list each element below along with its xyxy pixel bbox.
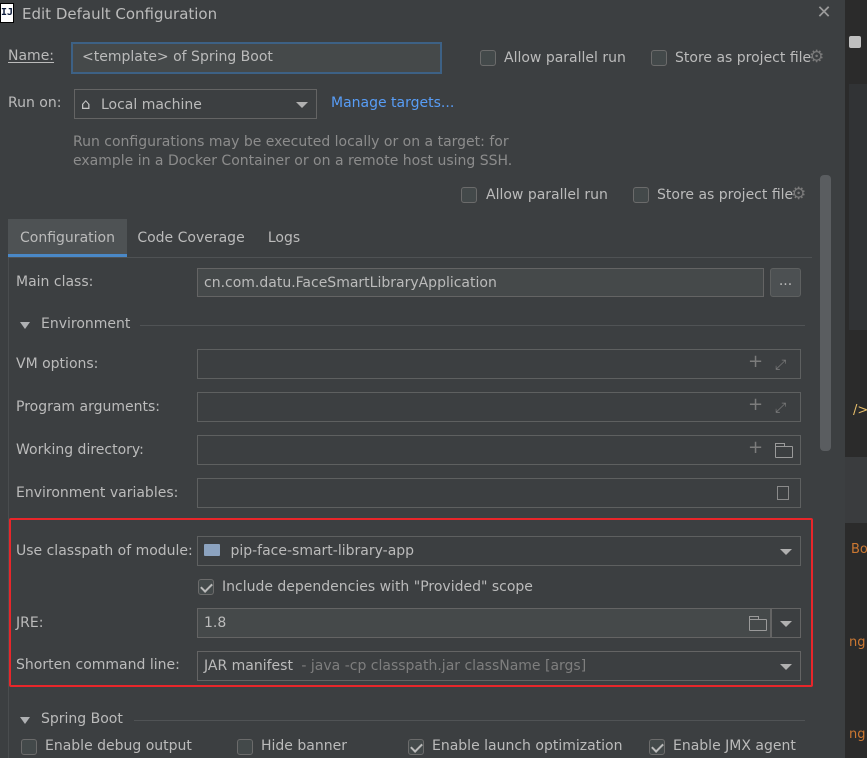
- collapse-arrow-icon[interactable]: [20, 322, 30, 329]
- chevron-down-icon: [780, 549, 792, 555]
- shorten-command-line-hint: - java -cp classpath.jar className [args…: [301, 658, 587, 674]
- name-field[interactable]: <template> of Spring Boot: [71, 42, 442, 74]
- jre-value: 1.8: [204, 615, 227, 631]
- chevron-down-icon: [780, 621, 792, 627]
- folder-icon[interactable]: [749, 616, 767, 631]
- include-deps-checkbox[interactable]: [198, 579, 214, 595]
- store-as-project-file-label[interactable]: Store as project file: [675, 50, 811, 66]
- run-on-label: Run on:: [8, 95, 62, 111]
- gear-icon-2[interactable]: ⚙: [791, 184, 806, 204]
- plus-icon[interactable]: +: [748, 436, 763, 462]
- classpath-module-value: pip-face-smart-library-app: [230, 543, 415, 559]
- chevron-down-icon: [780, 664, 792, 670]
- window-title: Edit Default Configuration: [22, 5, 218, 23]
- editor-gutter-icon: [849, 36, 861, 48]
- document-icon[interactable]: [777, 486, 789, 500]
- editor-text-tag: />: [853, 403, 867, 418]
- jre-label: JRE:: [16, 615, 44, 631]
- enable-launch-optimization-label[interactable]: Enable launch optimization: [432, 738, 622, 754]
- expand-icon[interactable]: ⤢: [775, 351, 786, 378]
- environment-variables-label: Environment variables:: [16, 485, 179, 501]
- editor-panel: [849, 84, 867, 330]
- store-as-project-file-checkbox-2[interactable]: [633, 187, 649, 203]
- run-on-select[interactable]: ⌂ Local machine: [74, 89, 317, 119]
- close-icon[interactable]: ✕: [814, 2, 834, 23]
- working-directory-field[interactable]: +: [197, 435, 801, 465]
- background-editor-block: [845, 457, 867, 523]
- shorten-command-line-select[interactable]: JAR manifest - java -cp classpath.jar cl…: [197, 651, 801, 681]
- tab-configuration[interactable]: Configuration: [8, 219, 127, 257]
- spring-boot-section-title[interactable]: Spring Boot: [41, 711, 123, 727]
- store-as-project-file-label-2[interactable]: Store as project file: [657, 187, 793, 203]
- collapse-arrow-icon-spring[interactable]: [20, 717, 30, 724]
- plus-icon[interactable]: +: [748, 393, 763, 419]
- main-class-label: Main class:: [16, 274, 94, 290]
- main-class-browse-button[interactable]: ...: [770, 268, 801, 297]
- editor-text-ng2: ng: [849, 727, 866, 742]
- main-class-field[interactable]: cn.com.datu.FaceSmartLibraryApplication: [197, 268, 764, 297]
- folder-icon[interactable]: [775, 443, 793, 458]
- shorten-command-line-value: JAR manifest: [204, 658, 293, 674]
- allow-parallel-run-label-2[interactable]: Allow parallel run: [486, 187, 608, 203]
- environment-variables-field[interactable]: [197, 478, 801, 508]
- hide-banner-checkbox[interactable]: [237, 739, 253, 755]
- allow-parallel-run-label[interactable]: Allow parallel run: [504, 50, 626, 66]
- vm-options-field[interactable]: + ⤢: [197, 349, 801, 379]
- allow-parallel-run-checkbox[interactable]: [480, 50, 496, 66]
- classpath-module-label: Use classpath of module:: [16, 543, 193, 559]
- name-label: Name:: [8, 48, 55, 64]
- include-deps-label[interactable]: Include dependencies with "Provided" sco…: [222, 579, 533, 595]
- jre-dropdown-button[interactable]: [771, 608, 801, 638]
- vertical-scrollbar[interactable]: [820, 175, 831, 451]
- classpath-module-select[interactable]: pip-face-smart-library-app: [197, 536, 801, 566]
- editor-text-ng1: ng: [849, 635, 866, 650]
- allow-parallel-run-checkbox-2[interactable]: [461, 187, 477, 203]
- editor-text-bo: Bo: [851, 542, 867, 557]
- run-on-hint-line1: Run configurations may be executed local…: [73, 134, 509, 150]
- chevron-down-icon: [296, 102, 308, 108]
- module-folder-icon: [204, 544, 220, 556]
- spring-boot-separator: [134, 720, 805, 721]
- vm-options-label: VM options:: [16, 356, 99, 372]
- enable-jmx-agent-checkbox[interactable]: [649, 739, 665, 755]
- jre-field[interactable]: 1.8: [197, 608, 771, 638]
- home-icon: ⌂: [81, 95, 91, 113]
- run-on-hint-line2: example in a Docker Container or on a re…: [73, 153, 513, 169]
- intellij-app-icon: IJ: [0, 3, 14, 23]
- program-arguments-field[interactable]: + ⤢: [197, 392, 801, 422]
- environment-section-title[interactable]: Environment: [41, 316, 130, 332]
- gear-icon[interactable]: ⚙: [809, 47, 824, 67]
- store-as-project-file-checkbox[interactable]: [651, 50, 667, 66]
- enable-launch-optimization-checkbox[interactable]: [408, 739, 424, 755]
- enable-debug-output-label[interactable]: Enable debug output: [45, 738, 192, 754]
- enable-debug-output-checkbox[interactable]: [21, 739, 37, 755]
- tab-logs[interactable]: Logs: [259, 219, 309, 257]
- hide-banner-label[interactable]: Hide banner: [261, 738, 347, 754]
- shorten-command-line-label: Shorten command line:: [16, 657, 180, 673]
- background-editor-strip: /> Bo ng ng: [845, 0, 867, 758]
- working-directory-label: Working directory:: [16, 442, 144, 458]
- run-on-selected: Local machine: [100, 97, 202, 113]
- plus-icon[interactable]: +: [748, 350, 763, 376]
- enable-jmx-agent-label[interactable]: Enable JMX agent: [673, 738, 796, 754]
- expand-icon[interactable]: ⤢: [775, 394, 786, 421]
- program-arguments-label: Program arguments:: [16, 399, 160, 415]
- manage-targets-link[interactable]: Manage targets...: [331, 95, 454, 111]
- environment-separator: [140, 325, 805, 326]
- tab-code-coverage[interactable]: Code Coverage: [133, 219, 249, 257]
